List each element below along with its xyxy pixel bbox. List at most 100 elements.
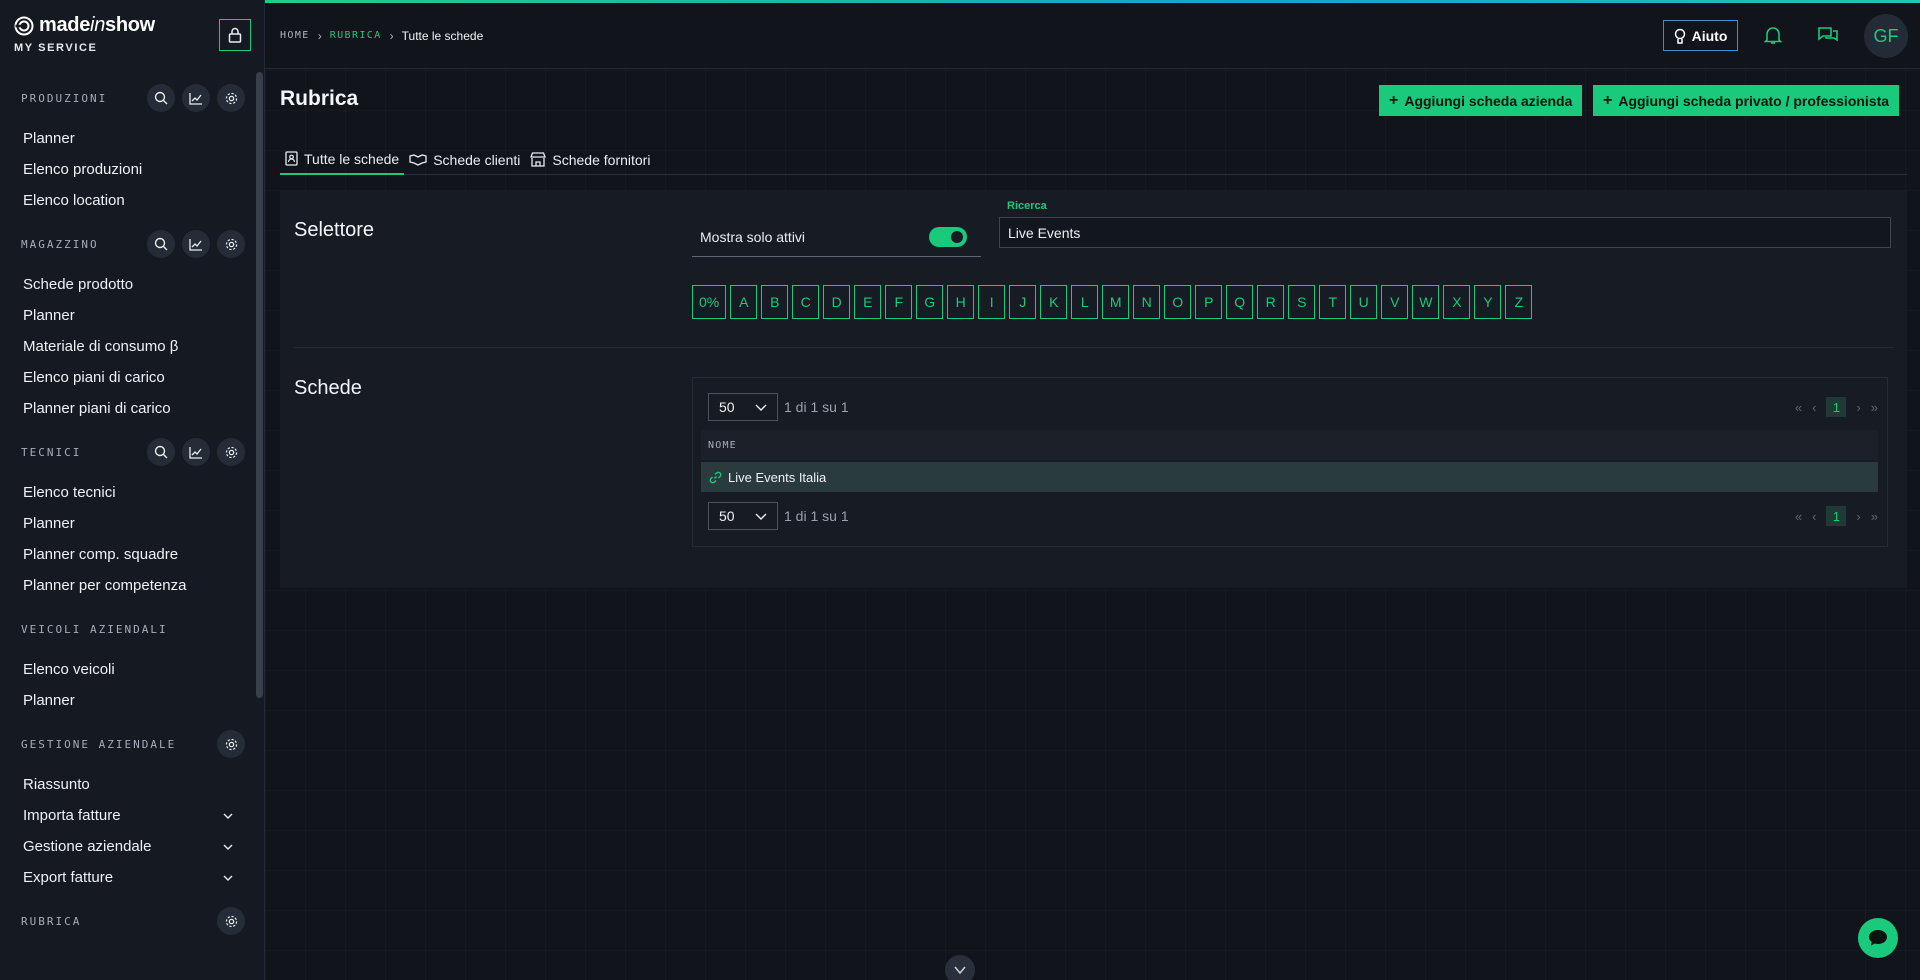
per-page-select[interactable]: 50 [708, 502, 778, 530]
avatar[interactable]: GF [1864, 14, 1908, 58]
stats-button[interactable] [182, 230, 210, 258]
sidebar-item-planner-competenza[interactable]: Planner per competenza [21, 570, 245, 601]
letter-filter-item[interactable]: C [792, 285, 820, 319]
sidebar-item-planner[interactable]: Planner [21, 300, 245, 331]
settings-button[interactable] [217, 730, 245, 758]
letter-filter-item[interactable]: L [1071, 285, 1099, 319]
letter-filter-item[interactable]: F [885, 285, 913, 319]
first-page-icon[interactable]: « [1795, 400, 1802, 415]
per-page-select[interactable]: 50 [708, 393, 778, 421]
table-row[interactable]: Live Events Italia [701, 462, 1878, 492]
letter-filter-item[interactable]: M [1102, 285, 1130, 319]
stats-button[interactable] [182, 438, 210, 466]
help-button[interactable]: Aiuto [1663, 20, 1738, 51]
breadcrumb-home[interactable]: HOME [280, 30, 310, 41]
settings-button[interactable] [217, 907, 245, 935]
sidebar-item-planner-comp-squadre[interactable]: Planner comp. squadre [21, 539, 245, 570]
lock-icon [228, 27, 242, 43]
letter-filter-item[interactable]: S [1288, 285, 1316, 319]
sidebar-item-planner[interactable]: Planner [21, 123, 245, 154]
letter-filter-item[interactable]: J [1009, 285, 1037, 319]
section-rubrica: RUBRICA [0, 906, 264, 936]
sidebar-item-elenco-location[interactable]: Elenco location [21, 185, 245, 216]
letter-filter-item[interactable]: T [1319, 285, 1347, 319]
sidebar-item-planner-piani-carico[interactable]: Planner piani di carico [21, 393, 245, 424]
letter-filter-item[interactable]: G [916, 285, 944, 319]
letter-filter-item[interactable]: Y [1474, 285, 1502, 319]
search-button[interactable] [147, 84, 175, 112]
active-only-toggle[interactable] [929, 227, 967, 247]
messages-button[interactable] [1817, 25, 1839, 50]
stats-button[interactable] [182, 84, 210, 112]
chevron-down-icon [755, 404, 767, 411]
gear-icon [225, 738, 237, 750]
sidebar-item-materiale-consumo[interactable]: Materiale di consumo β [21, 331, 245, 362]
section-title: TECNICI [21, 445, 82, 459]
page-title: Rubrica [280, 87, 359, 110]
chat-widget-button[interactable] [1858, 918, 1898, 958]
letter-filter-item[interactable]: N [1133, 285, 1161, 319]
add-company-button[interactable]: + Aggiungi scheda azienda [1379, 85, 1583, 116]
brand[interactable]: madeinshow MY SERVICE [14, 14, 155, 54]
last-page-icon[interactable]: » [1871, 400, 1878, 415]
column-header-nome[interactable]: NOME [708, 440, 737, 451]
page-number[interactable]: 1 [1826, 506, 1847, 526]
next-page-icon[interactable]: › [1856, 400, 1860, 415]
first-page-icon[interactable]: « [1795, 509, 1802, 524]
letter-filter-item[interactable]: 0% [692, 285, 727, 319]
letter-filter-item[interactable]: R [1257, 285, 1285, 319]
letter-filter-item[interactable]: Z [1505, 285, 1533, 319]
help-label: Aiuto [1691, 27, 1728, 44]
gear-icon [225, 915, 237, 927]
row-name: Live Events Italia [728, 469, 827, 485]
page-number[interactable]: 1 [1826, 397, 1847, 417]
lock-button[interactable] [219, 19, 251, 51]
letter-filter-item[interactable]: K [1040, 285, 1068, 319]
letter-filter-item[interactable]: X [1443, 285, 1471, 319]
letter-filter-item[interactable]: U [1350, 285, 1378, 319]
search-button[interactable] [147, 230, 175, 258]
sidebar-item-schede-prodotto[interactable]: Schede prodotto [21, 269, 245, 300]
tab-tutte-le-schede[interactable]: Tutte le schede [280, 144, 405, 175]
settings-button[interactable] [217, 230, 245, 258]
search-input[interactable] [999, 217, 1891, 248]
tab-schede-fornitori[interactable]: Schede fornitori [525, 144, 655, 175]
sidebar-item-elenco-piani-carico[interactable]: Elenco piani di carico [21, 362, 245, 393]
breadcrumb-rubrica[interactable]: RUBRICA [330, 30, 382, 41]
letter-filter-item[interactable]: O [1164, 285, 1192, 319]
prev-page-icon[interactable]: ‹ [1812, 509, 1816, 524]
scroll-down-button[interactable] [945, 955, 975, 980]
letter-filter-item[interactable]: Q [1226, 285, 1254, 319]
add-private-button[interactable]: + Aggiungi scheda privato / professionis… [1593, 85, 1900, 116]
letter-filter-item[interactable]: H [947, 285, 975, 319]
chat-bubbles-icon [1818, 27, 1838, 42]
notifications-button[interactable] [1763, 25, 1783, 50]
letter-filter-item[interactable]: V [1381, 285, 1409, 319]
sidebar-item-elenco-tecnici[interactable]: Elenco tecnici [21, 477, 245, 508]
letter-filter-item[interactable]: I [978, 285, 1006, 319]
sidebar-item-elenco-produzioni[interactable]: Elenco produzioni [21, 154, 245, 185]
sidebar-item-importa-fatture[interactable]: Importa fatture [21, 800, 245, 831]
sidebar-item-elenco-veicoli[interactable]: Elenco veicoli [21, 654, 245, 685]
tab-label: Tutte le schede [304, 150, 400, 167]
settings-button[interactable] [217, 438, 245, 466]
next-page-icon[interactable]: › [1856, 509, 1860, 524]
section-tecnici: TECNICI Elenco tecnici Planner Planner c… [0, 437, 264, 601]
letter-filter-item[interactable]: B [761, 285, 789, 319]
sidebar-nav: PRODUZIONI Planner Elenco produzioni Ele… [0, 70, 264, 980]
letter-filter-item[interactable]: W [1412, 285, 1440, 319]
tab-schede-clienti[interactable]: Schede clienti [404, 144, 525, 175]
prev-page-icon[interactable]: ‹ [1812, 400, 1816, 415]
last-page-icon[interactable]: » [1871, 509, 1878, 524]
letter-filter-item[interactable]: E [854, 285, 882, 319]
sidebar-item-gestione-aziendale[interactable]: Gestione aziendale [21, 831, 245, 862]
sidebar-item-export-fatture[interactable]: Export fatture [21, 862, 245, 893]
search-button[interactable] [147, 438, 175, 466]
sidebar-item-planner[interactable]: Planner [21, 508, 245, 539]
sidebar-item-planner[interactable]: Planner [21, 685, 245, 716]
sidebar-item-riassunto[interactable]: Riassunto [21, 769, 245, 800]
letter-filter-item[interactable]: P [1195, 285, 1223, 319]
letter-filter-item[interactable]: A [730, 285, 758, 319]
letter-filter-item[interactable]: D [823, 285, 851, 319]
settings-button[interactable] [217, 84, 245, 112]
